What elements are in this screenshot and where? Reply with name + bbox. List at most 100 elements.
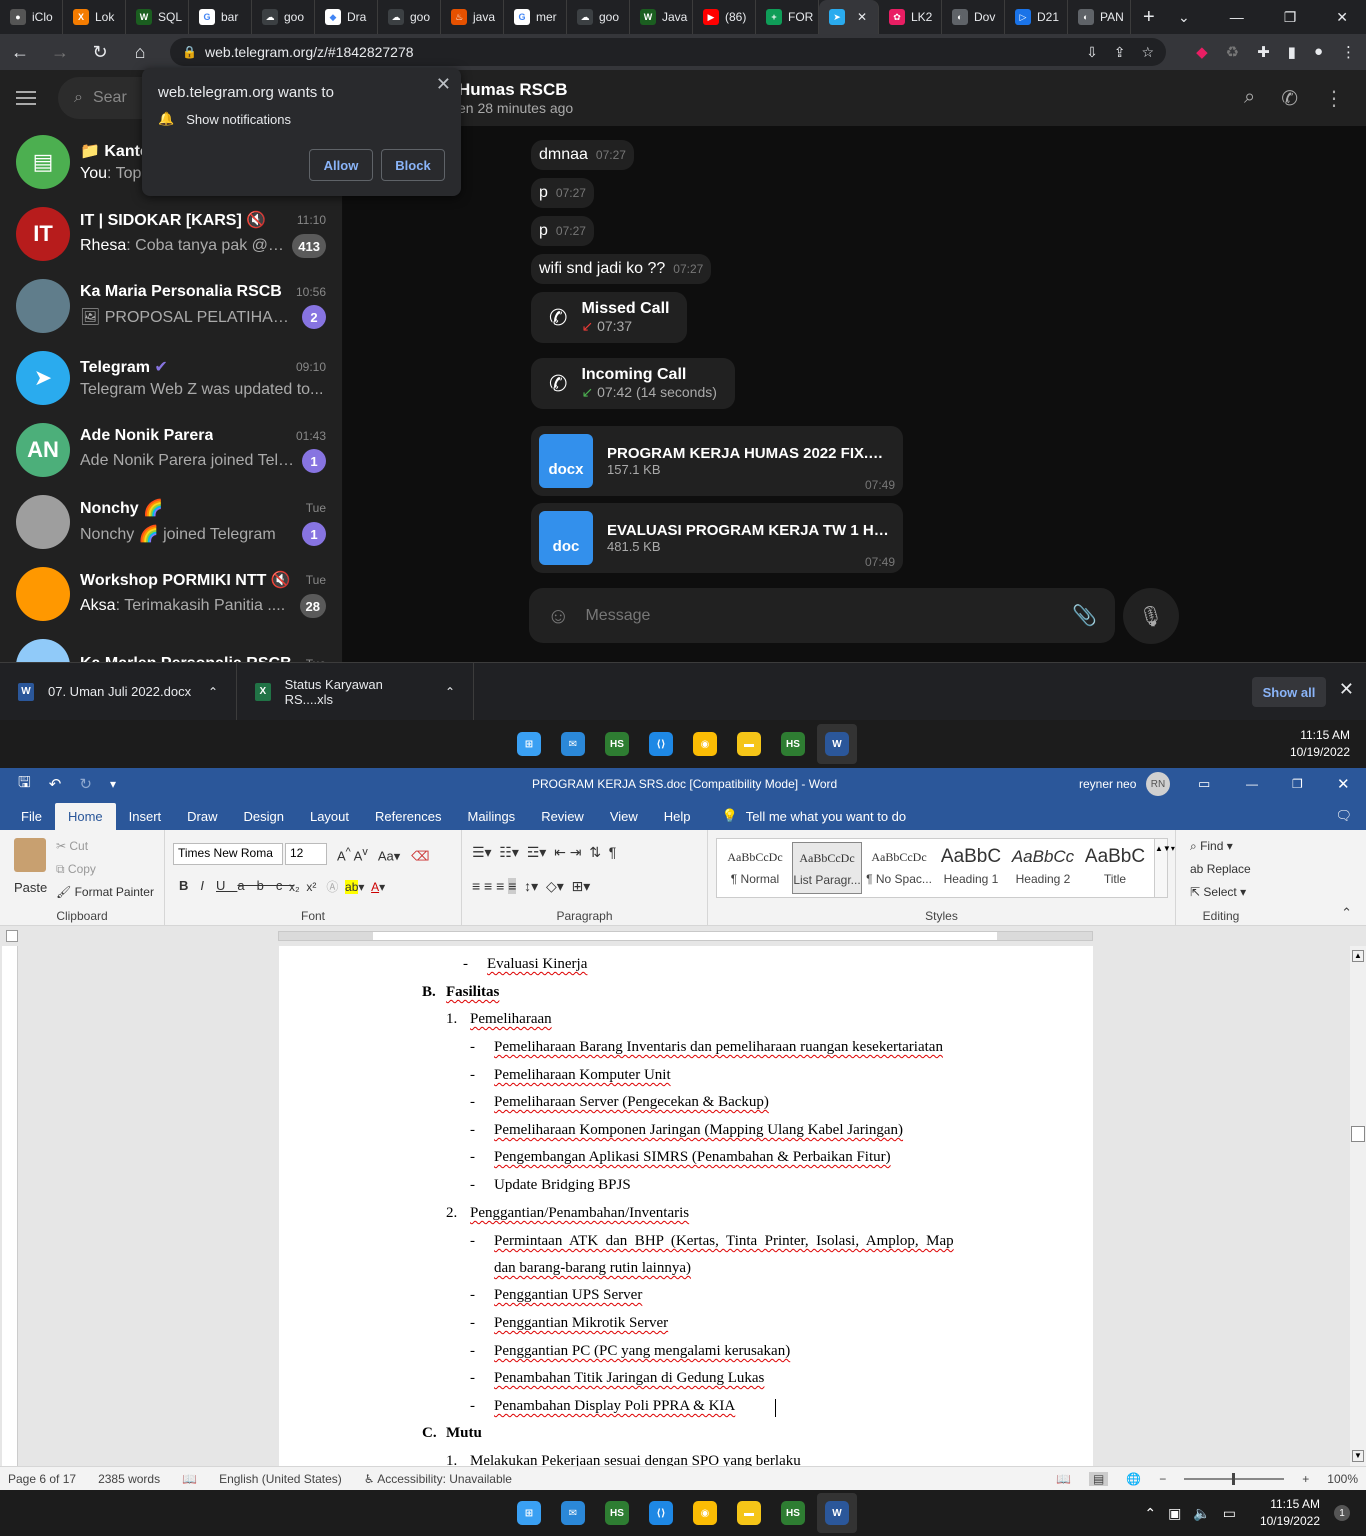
files-taskbar-icon[interactable]: ▬: [729, 724, 769, 764]
style-list-paragr[interactable]: AaBbCcDc List Paragr...: [792, 842, 862, 894]
document-line[interactable]: Pemeliharaan Barang Inventaris dan pemel…: [494, 1039, 943, 1056]
browser-tab[interactable]: ☁ goo: [567, 0, 630, 34]
chat-header[interactable]: Humas RSCB en 28 minutes ago ⌕ ✆ ⋮: [343, 70, 1366, 126]
document-line[interactable]: Permintaan ATK dan BHP (Kertas, Tinta Pr…: [494, 1233, 977, 1250]
style-heading-1[interactable]: AaBbC Heading 1: [936, 842, 1006, 894]
undo-icon[interactable]: ↶: [49, 775, 62, 793]
browser-tab[interactable]: ✿ LK2: [879, 0, 942, 34]
browser-tab[interactable]: ☁ goo: [378, 0, 441, 34]
browser-tab[interactable]: + FOR: [756, 0, 819, 34]
taskbar-clock[interactable]: 11:15 AM 10/19/2022: [1260, 1496, 1320, 1530]
tab-close-icon[interactable]: ✕: [857, 10, 867, 24]
extensions-puzzle-icon[interactable]: ✚: [1257, 43, 1270, 61]
browser-tab[interactable]: ▶ (86): [693, 0, 756, 34]
download-item[interactable]: X Status Karyawan RS....xls ⌃: [237, 662, 474, 721]
mail-taskbar-icon[interactable]: ✉: [553, 1493, 593, 1533]
accessibility-indicator[interactable]: ♿ Accessibility: Unavailable: [364, 1472, 512, 1486]
new-tab-icon[interactable]: +: [1143, 6, 1155, 29]
allow-button[interactable]: Allow: [309, 149, 373, 181]
scroll-up-icon[interactable]: ▲: [1352, 950, 1364, 962]
tab-references[interactable]: References: [362, 809, 454, 830]
find-button[interactable]: ⌕ Find ▾: [1190, 839, 1233, 854]
lock-icon[interactable]: 🔒: [182, 45, 197, 59]
style-title[interactable]: AaBbC Title: [1080, 842, 1150, 894]
hamburger-menu-icon[interactable]: [16, 91, 36, 105]
script-buttons[interactable]: x₂ x² Ⓐ ab▾ A▾: [289, 878, 385, 895]
close-icon[interactable]: ✕: [1336, 9, 1348, 26]
tab-selector[interactable]: [6, 930, 18, 942]
copy-button[interactable]: ⧉ Copy: [56, 862, 96, 877]
sidepanel-icon[interactable]: ▮: [1288, 43, 1296, 61]
font-format-buttons[interactable]: BIUabc: [179, 878, 294, 893]
zoom-out-icon[interactable]: −: [1159, 1472, 1166, 1486]
start-taskbar-icon[interactable]: ⊞: [509, 1493, 549, 1533]
style-no-spac[interactable]: AaBbCcDc ¶ No Spac...: [864, 842, 934, 894]
maximize-icon[interactable]: ❐: [1292, 777, 1303, 791]
tab-layout[interactable]: Layout: [297, 809, 362, 830]
vscode-taskbar-icon[interactable]: ⟨⟩: [641, 1493, 681, 1533]
document-line[interactable]: Penambahan Display Poli PPRA & KIA: [494, 1398, 735, 1415]
vscode-taskbar-icon[interactable]: ⟨⟩: [641, 724, 681, 764]
print-layout-icon[interactable]: ▤: [1088, 1471, 1109, 1486]
block-button[interactable]: Block: [381, 149, 445, 181]
browser-tab[interactable]: ➤ ✕: [819, 0, 879, 34]
font-name-box[interactable]: Times New Roma: [173, 843, 283, 865]
more-options-icon[interactable]: ⋮: [1324, 86, 1344, 111]
tab-file[interactable]: File: [8, 809, 55, 830]
document-line[interactable]: Pengembangan Aplikasi SIMRS (Penambahan …: [494, 1149, 891, 1166]
web-layout-icon[interactable]: 🌐: [1126, 1472, 1141, 1486]
document-line[interactable]: Penggantian PC (PC yang mengalami kerusa…: [494, 1343, 790, 1360]
minimize-icon[interactable]: —: [1246, 777, 1258, 791]
start-taskbar-icon[interactable]: ⊞: [509, 724, 549, 764]
taskbar-clock[interactable]: 11:15 AM 10/19/2022: [1290, 727, 1350, 761]
document-line[interactable]: Pemeliharaan Komponen Jaringan (Mapping …: [494, 1122, 903, 1139]
browser-tab[interactable]: Gbar: [189, 0, 252, 34]
address-bar[interactable]: 🔒 web.telegram.org/z/#1842827278 ⇩ ⇪ ☆: [170, 38, 1167, 66]
format-painter-button[interactable]: 🖌 Format Painter: [56, 885, 154, 899]
document-line[interactable]: Pemeliharaan Komputer Unit: [494, 1067, 671, 1084]
font-size-box[interactable]: 12: [285, 843, 327, 865]
paste-button[interactable]: Paste: [14, 880, 47, 895]
document-area[interactable]: - Evaluasi Kinerja B. Fasilitas 1. Pemelihara…: [0, 946, 1350, 1466]
chat-list-item[interactable]: ➤ Telegram ✔ 09:10 Telegram Web Z was updat…: [0, 342, 342, 414]
back-icon[interactable]: ←: [10, 42, 30, 63]
download-item[interactable]: W 07. Uman Juli 2022.docx ⌃: [0, 662, 237, 721]
close-icon[interactable]: ✕: [436, 74, 451, 95]
call-message[interactable]: ✆ Incoming Call ↙ 07:42 (14 seconds): [531, 358, 735, 409]
document-line[interactable]: Melakukan Pekerjaan sesuai dengan SPO ya…: [470, 1453, 801, 1466]
home-icon[interactable]: ⌂: [130, 42, 150, 63]
tab-insert[interactable]: Insert: [116, 809, 175, 830]
ribbon-display-icon[interactable]: ▭: [1198, 776, 1210, 792]
call-message[interactable]: ✆ Missed Call ↙ 07:37: [531, 292, 688, 343]
profile-avatar[interactable]: ●: [1314, 43, 1323, 61]
message-bubble[interactable]: wifi snd jadi ko ?? 07:27: [531, 254, 712, 284]
replace-button[interactable]: ab Replace: [1190, 862, 1251, 876]
alignment-buttons[interactable]: ≡ ≡ ≡ ≡ ↕▾ ◇▾ ⊞▾: [472, 878, 590, 895]
show-all-button[interactable]: Show all: [1252, 677, 1326, 707]
document-line[interactable]: Penggantian Mikrotik Server: [494, 1315, 668, 1332]
chat-list-item[interactable]: Workshop PORMIKI NTT 🔇 Tue Aksa: Terimakas…: [0, 558, 342, 630]
word-count[interactable]: 2385 words: [98, 1472, 160, 1486]
scroll-down-icon[interactable]: ▼: [1352, 1450, 1364, 1462]
document-line[interactable]: Penggantian UPS Server: [494, 1287, 642, 1304]
read-mode-icon[interactable]: 📖: [1056, 1472, 1071, 1486]
list-buttons[interactable]: ☰▾ ☷▾ ☲▾ ⇤ ⇥ ⇅ ¶: [472, 844, 616, 861]
collapse-ribbon-icon[interactable]: ⌃: [1341, 905, 1352, 921]
notification-count[interactable]: 1: [1334, 1505, 1350, 1521]
zoom-slider[interactable]: [1184, 1472, 1285, 1485]
document-line[interactable]: Pemeliharaan Server (Pengecekan & Backup…: [494, 1094, 769, 1111]
document-line[interactable]: Update Bridging BPJS: [494, 1177, 631, 1194]
chevron-up-icon[interactable]: ⌃: [445, 685, 455, 699]
tab-draw[interactable]: Draw: [174, 809, 230, 830]
tab-view[interactable]: View: [597, 809, 651, 830]
page-indicator[interactable]: Page 6 of 17: [8, 1472, 76, 1486]
chat-list-item[interactable]: Ka Marlen Personalia RSCBTue: [0, 630, 342, 662]
hs2-taskbar-icon[interactable]: HS: [773, 724, 813, 764]
chrome-taskbar-icon[interactable]: ◉: [685, 1493, 725, 1533]
browser-tab[interactable]: ◐ PAN: [1068, 0, 1131, 34]
document-line[interactable]: Mutu: [446, 1425, 482, 1442]
forward-icon[interactable]: →: [50, 42, 70, 63]
document-line[interactable]: Penambahan Titik Jaringan di Gedung Luka…: [494, 1370, 764, 1387]
proofing-icon[interactable]: 📖: [182, 1472, 197, 1486]
reload-icon[interactable]: ↻: [90, 42, 110, 63]
